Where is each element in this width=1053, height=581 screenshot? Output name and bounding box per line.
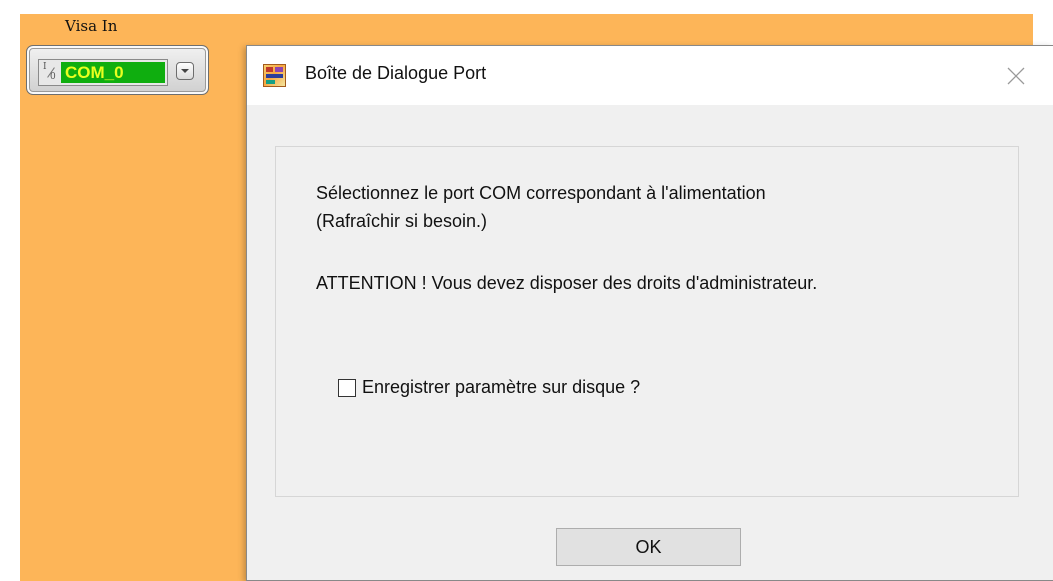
save-settings-label[interactable]: Enregistrer paramètre sur disque ? <box>362 377 640 398</box>
instruction-text-line1: Sélectionnez le port COM correspondant à… <box>316 183 766 203</box>
io-icon-top: I <box>43 62 47 72</box>
close-icon <box>1007 67 1025 85</box>
visa-resource-field[interactable]: I 0 COM_0 <box>38 59 168 86</box>
checkbox-box[interactable] <box>338 379 356 397</box>
dialog-title: Boîte de Dialogue Port <box>305 63 487 83</box>
ok-button[interactable]: OK <box>556 528 741 566</box>
chevron-down-icon[interactable] <box>176 62 194 80</box>
dialog-titlebar[interactable]: Boîte de Dialogue Port <box>247 46 1053 105</box>
close-button[interactable] <box>996 56 1036 96</box>
visa-resource-value[interactable]: COM_0 <box>61 62 165 83</box>
visa-resource-control[interactable]: I 0 COM_0 <box>26 45 209 95</box>
labview-app-icon <box>263 64 286 87</box>
labview-front-panel: Visa In I 0 COM_0 Boîte de Dialogue Port <box>0 0 1053 581</box>
admin-warning-text: ATTENTION ! Vous devez disposer des droi… <box>316 273 818 293</box>
io-icon: I 0 <box>41 62 61 83</box>
visa-in-label: Visa In <box>65 17 118 35</box>
instruction-text-line2: (Rafraîchir si besoin.) <box>316 211 488 231</box>
io-icon-bottom: 0 <box>50 72 56 82</box>
port-dialog: Boîte de Dialogue Port Sélectionnez le p… <box>246 45 1053 581</box>
message-group-box: Sélectionnez le port COM correspondant à… <box>275 146 1019 497</box>
